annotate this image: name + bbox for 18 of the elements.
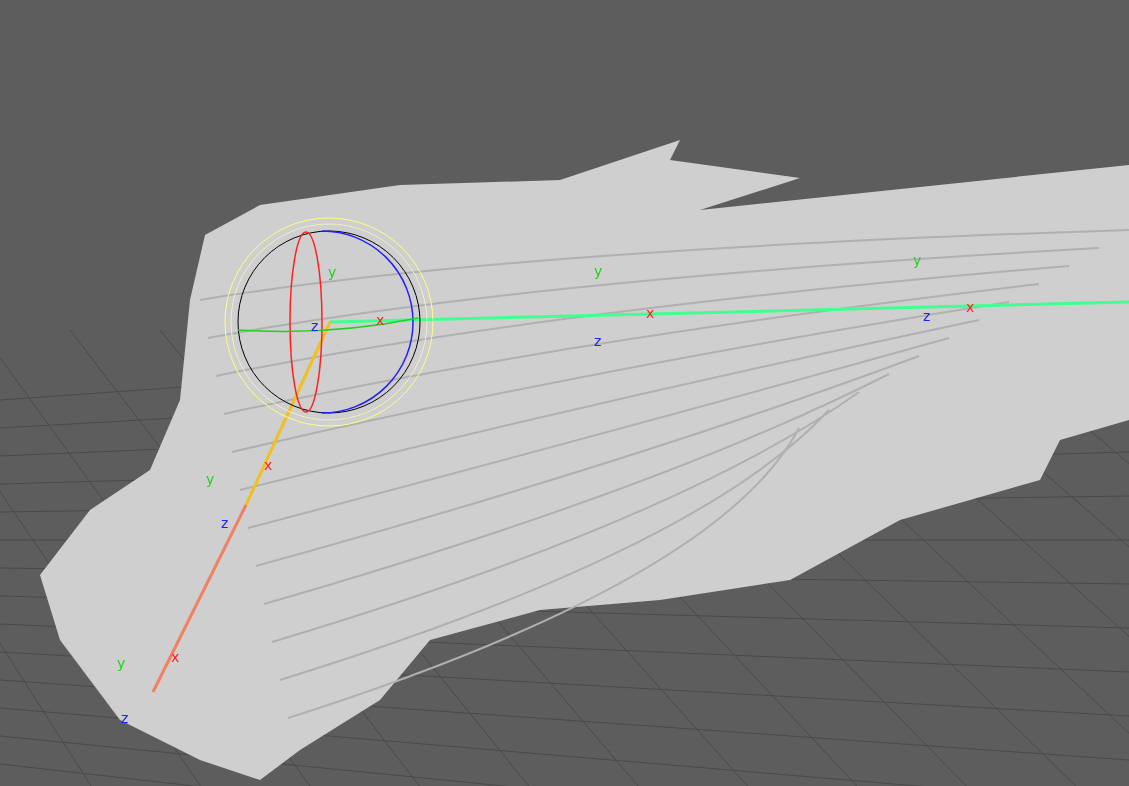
axis-label: z (923, 308, 931, 324)
axis-label: y (594, 263, 603, 279)
axis-label: y (328, 264, 337, 280)
wing-model-drawing[interactable] (40, 140, 1129, 780)
axis-label: z (221, 515, 229, 531)
axis-label: y (913, 252, 922, 268)
axis-label: x (264, 457, 273, 473)
axis-label: x (376, 312, 385, 328)
axis-label: z (311, 318, 319, 334)
axis-label: x (966, 299, 975, 315)
axis-label: x (171, 649, 180, 665)
axis-label: z (594, 333, 602, 349)
axis-label: y (206, 471, 215, 487)
axis-label: y (117, 655, 126, 671)
rotate-gizmo[interactable] (224, 217, 434, 427)
joint-chain-drawing[interactable] (151, 300, 1129, 693)
axis-label: z (121, 710, 129, 726)
axis-label: x (646, 305, 655, 321)
